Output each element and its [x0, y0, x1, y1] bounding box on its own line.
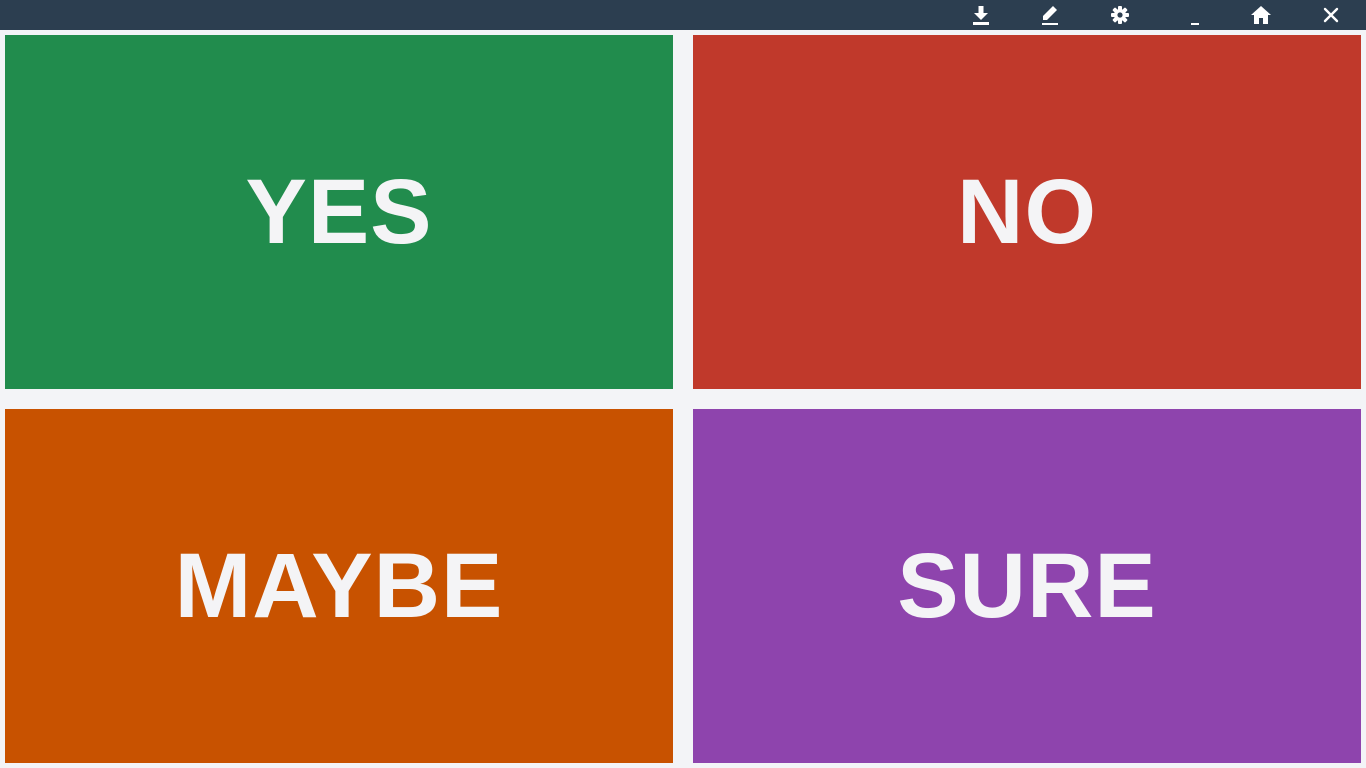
- close-icon: [1323, 7, 1339, 23]
- gear-icon: [1111, 6, 1129, 24]
- tile-label-no: NO: [957, 161, 1097, 263]
- settings-button[interactable]: [1100, 0, 1140, 30]
- toolbar: [0, 0, 1366, 30]
- tile-label-maybe: MAYBE: [174, 535, 504, 637]
- download-icon: [973, 6, 989, 25]
- home-button[interactable]: [1241, 0, 1281, 30]
- tile-label-sure: SURE: [897, 535, 1157, 637]
- home-icon: [1251, 6, 1271, 24]
- yes-tile[interactable]: YES: [5, 35, 673, 389]
- tile-label-yes: YES: [245, 161, 433, 263]
- sure-tile[interactable]: SURE: [693, 409, 1361, 763]
- no-tile[interactable]: NO: [693, 35, 1361, 389]
- close-button[interactable]: [1311, 0, 1351, 30]
- pencil-icon: [1042, 6, 1058, 25]
- minimize-button[interactable]: [1175, 0, 1215, 30]
- maybe-tile[interactable]: MAYBE: [5, 409, 673, 763]
- download-button[interactable]: [961, 0, 1001, 30]
- edit-button[interactable]: [1030, 0, 1070, 30]
- minimize-icon: [1191, 23, 1199, 25]
